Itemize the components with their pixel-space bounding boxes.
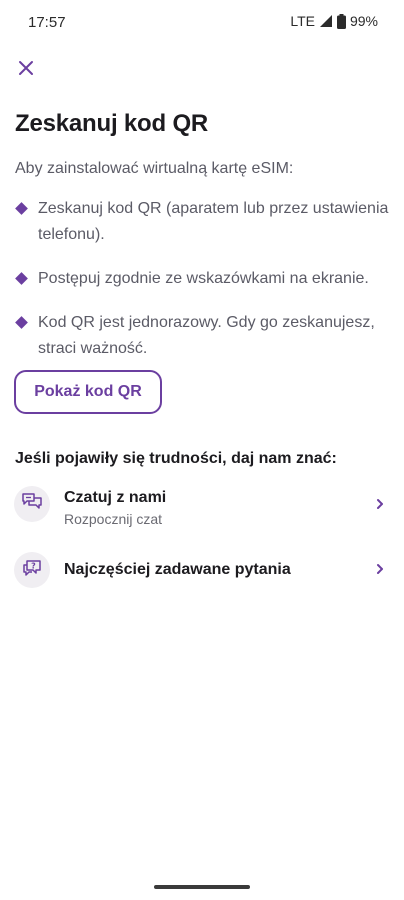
faq-bubble-icon: ? [21,558,43,583]
chat-bubbles-icon [21,492,43,517]
bullet-diamond-icon [15,202,28,215]
page-title: Zeskanuj kod QR [15,110,209,137]
battery-icon [336,13,346,29]
show-qr-button[interactable]: Pokaż kod QR [14,370,162,414]
chat-icon-container [14,486,50,522]
signal-icon [319,14,333,28]
chevron-right-icon [376,497,384,515]
chat-item-sublabel: Rozpocznij czat [64,511,163,527]
close-icon [18,60,34,81]
home-indicator[interactable] [154,885,250,889]
chat-item-texts: Czatuj z nami Rozpocznij czat [64,489,166,527]
chat-item-label: Czatuj z nami [64,489,167,506]
bullet-diamond-icon [15,272,28,285]
status-indicators: LTE 99% [290,13,378,29]
list-item-text: Postępuj zgodnie ze wskazówkami na ekran… [38,270,369,287]
list-item-text: Zeskanuj kod QR (aparatem lub przez usta… [38,200,389,243]
bullet-diamond-icon [15,316,28,329]
close-button[interactable] [12,56,40,84]
svg-text:?: ? [31,561,36,570]
network-type: LTE [290,13,315,29]
faq-icon-container: ? [14,552,50,588]
status-time: 17:57 [28,14,66,31]
faq-item[interactable]: ? Najczęściej zadawane pytania [0,552,404,588]
list-item-text: Kod QR jest jednorazowy. Gdy go zeskanuj… [38,314,375,357]
list-item: Kod QR jest jednorazowy. Gdy go zeskanuj… [15,312,395,362]
chevron-right-icon [376,562,384,580]
status-bar: 17:57 LTE 99% [0,0,404,44]
instructions-intro: Aby zainstalować wirtualną kartę eSIM: [15,160,294,177]
list-item: Postępuj zgodnie ze wskazówkami na ekran… [15,268,395,292]
chat-with-us-item[interactable]: Czatuj z nami Rozpocznij czat [0,485,404,529]
list-item: Zeskanuj kod QR (aparatem lub przez usta… [15,198,395,248]
help-title: Jeśli pojawiły się trudności, daj nam zn… [15,450,337,467]
instructions-list: Zeskanuj kod QR (aparatem lub przez usta… [15,198,395,382]
faq-item-label: Najczęściej zadawane pytania [64,561,291,578]
faq-item-texts: Najczęściej zadawane pytania [64,561,291,579]
battery-percent: 99% [349,13,378,29]
